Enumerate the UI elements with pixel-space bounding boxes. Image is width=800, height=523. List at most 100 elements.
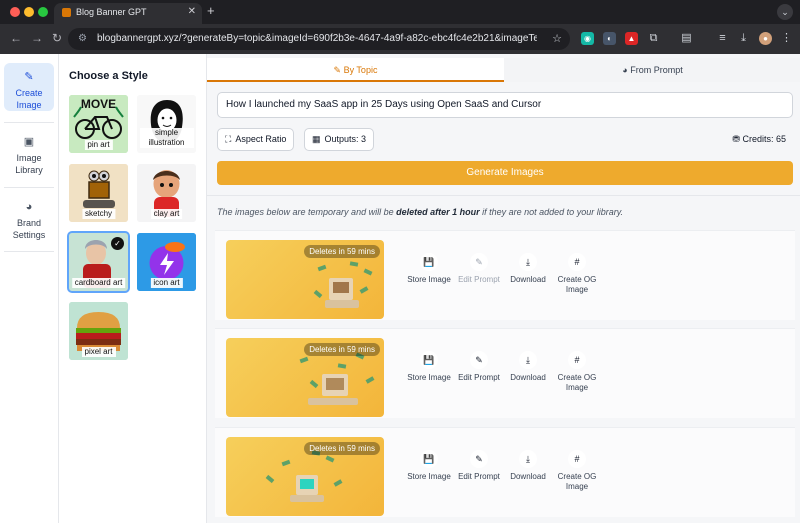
extension-3-icon[interactable]: ▲ [625,32,638,45]
url-text[interactable]: blogbannergpt.xyz/?generateBy=topic&imag… [97,33,537,44]
aspect-ratio-label: Aspect Ratio [235,134,287,144]
magic-wand-icon: ✎ [24,71,34,83]
close-window-button[interactable] [10,7,20,17]
outputs-label: Outputs: 3 [324,134,367,144]
store-image-button[interactable]: 💾 Store Image [404,253,454,285]
media-icon[interactable]: ≡ [716,32,729,45]
browser-toolbar: ← → ↻ ⚙ blogbannergpt.xyz/?generateBy=to… [0,24,800,54]
rail-item-brand-settings[interactable]: ◕ Brand Settings [4,197,54,245]
download-button[interactable]: ⤓ Download [503,450,553,482]
left-rail: ✎ Create Image ▣ Image Library ◕ Brand S… [0,54,59,523]
result-thumbnail[interactable]: Deletes in 59 mins [226,240,384,319]
outputs-button[interactable]: ▦ Outputs: 3 [304,128,375,151]
back-icon[interactable]: ← [10,31,22,45]
create-og-image-button[interactable]: # Create OG Image [552,253,602,295]
style-label: simple illustration [139,128,194,148]
address-bar[interactable]: ⚙ blogbannergpt.xyz/?generateBy=topic&im… [68,28,570,50]
favicon-icon [62,8,71,17]
maximize-window-button[interactable] [38,7,48,17]
minimize-window-button[interactable] [24,7,34,17]
image-icon: ▣ [23,136,35,148]
bookmark-star-icon[interactable]: ☆ [552,32,562,45]
browser-titlebar: Blog Banner GPT ✕ + ⌄ [0,0,800,24]
download-icon: ⤓ [519,351,537,369]
deletes-badge: Deletes in 59 mins [304,245,380,258]
tab-close-icon[interactable]: ✕ [188,6,196,17]
extensions-puzzle-icon[interactable]: ⧉ [647,32,660,45]
browser-menu-icon[interactable]: ⋮ [780,32,793,45]
rail-divider [4,122,54,123]
rail-item-label: Create Image [15,88,43,110]
style-label: cardboard art [71,278,126,288]
result-row: Deletes in 59 mins 💾 Store Image ✎ Edit Pr… [215,328,795,418]
temporary-notice: The images below are temporary and will … [217,207,624,217]
edit-icon: ✎ [470,351,488,369]
tab-by-topic-label: By Topic [343,65,378,75]
profile-avatar[interactable]: ● [759,32,772,45]
credits-display: ⛃ Credits: 65 [732,134,786,145]
edit-prompt-button[interactable]: ✎ Edit Prompt [454,253,504,285]
rail-divider [4,251,54,252]
style-card-clay-art[interactable]: clay art [137,164,196,222]
result-thumbnail[interactable]: Deletes in 59 mins [226,437,384,516]
edit-prompt-button[interactable]: ✎ Edit Prompt [454,351,504,383]
download-button[interactable]: ⤓ Download [503,351,553,383]
mode-tabs: ✎ By Topic ◕ From Prompt [207,58,800,82]
edit-icon: ✎ [470,450,488,468]
site-info-icon[interactable]: ⚙ [78,33,87,44]
hash-icon: # [568,450,586,468]
rail-item-create-image[interactable]: ✎ Create Image [4,63,54,111]
store-image-button[interactable]: 💾 Store Image [404,351,454,383]
main-content: ✎ By Topic ◕ From Prompt How I launched … [206,54,800,523]
style-card-pin-art[interactable]: MOVE pin art [69,95,128,153]
download-icon: ⤓ [519,450,537,468]
style-panel: Choose a Style MOVE pin art simple illus… [59,54,206,523]
save-icon: 💾 [420,351,438,369]
create-og-image-button[interactable]: # Create OG Image [552,351,602,393]
new-tab-button[interactable]: + [207,3,215,18]
reload-icon[interactable]: ↻ [52,31,62,45]
save-icon: 💾 [420,450,438,468]
style-card-sketchy[interactable]: sketchy [69,164,128,222]
extension-1-icon[interactable]: ◉ [581,32,594,45]
download-icon: ⤓ [519,253,537,271]
deletes-badge: Deletes in 59 mins [304,343,380,356]
rail-item-label: Brand Settings [12,218,46,240]
style-label: pin art [84,140,113,150]
reading-list-icon[interactable]: ▤ [680,32,693,45]
credits-label: Credits: 65 [742,134,786,144]
create-og-image-button[interactable]: # Create OG Image [552,450,602,492]
style-card-pixel-art[interactable]: pixel art [69,302,128,360]
download-button[interactable]: ⤓ Download [503,253,553,285]
generate-images-button[interactable]: Generate Images [217,161,793,185]
aspect-ratio-icon: ⛶ [225,134,232,144]
downloads-icon[interactable]: ⤓ [737,32,750,45]
extension-2-icon[interactable]: ◐ [603,32,616,45]
palette-icon: ◕ [25,201,33,213]
result-thumbnail[interactable]: Deletes in 59 mins [226,338,384,417]
style-card-cardboard-art[interactable]: ✓ cardboard art [67,231,130,293]
tab-search-icon[interactable]: ⌄ [777,4,793,20]
edit-prompt-button[interactable]: ✎ Edit Prompt [454,450,504,482]
deletes-badge: Deletes in 59 mins [304,442,380,455]
style-card-icon-art[interactable]: icon art [137,233,196,291]
browser-tab[interactable]: Blog Banner GPT ✕ [54,3,202,24]
save-icon: 💾 [420,253,438,271]
style-card-simple-illustration[interactable]: simple illustration [137,95,196,153]
rail-item-image-library[interactable]: ▣ Image Library [4,132,54,180]
edit-icon: ✎ [333,65,342,75]
result-row: Deletes in 59 mins 💾 Store Image ✎ Edit Pr… [215,427,795,517]
hash-icon: # [568,351,586,369]
store-image-button[interactable]: 💾 Store Image [404,450,454,482]
style-panel-title: Choose a Style [69,70,148,82]
tab-by-topic[interactable]: ✎ By Topic [207,58,504,82]
aspect-ratio-button[interactable]: ⛶ Aspect Ratio [217,128,295,151]
rail-divider [4,187,54,188]
prompt-icon: ◕ [622,65,628,75]
topic-input[interactable]: How I launched my SaaS app in 25 Days us… [217,92,793,118]
coins-icon: ⛃ [732,134,740,144]
tab-from-prompt[interactable]: ◕ From Prompt [504,58,800,82]
forward-icon[interactable]: → [31,31,43,45]
tab-from-prompt-label: From Prompt [630,65,683,75]
hash-icon: # [568,253,586,271]
